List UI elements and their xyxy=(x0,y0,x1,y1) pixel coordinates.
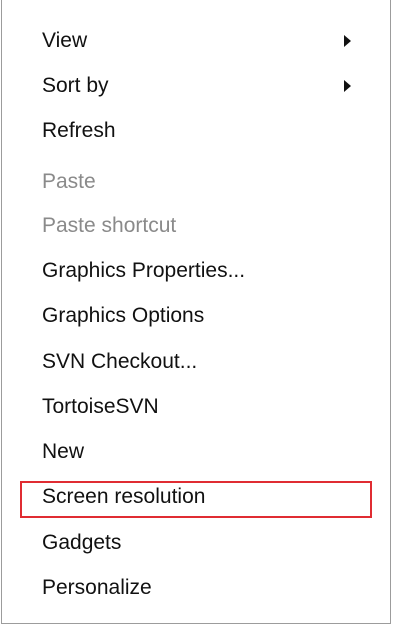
menu-item-label: Sort by xyxy=(42,74,109,97)
menu-item-view[interactable]: View xyxy=(42,24,370,58)
menu-item-graphics-properties[interactable]: Graphics Properties... xyxy=(42,254,370,288)
desktop-context-menu: View Sort by Refresh Paste Paste shortcu… xyxy=(1,0,391,624)
menu-item-sort-by[interactable]: Sort by xyxy=(42,69,370,103)
menu-item-label: Graphics Options xyxy=(42,304,205,327)
menu-item-label: Paste xyxy=(42,170,96,193)
menu-item-graphics-options[interactable]: Graphics Options xyxy=(42,299,370,333)
menu-item-gadgets[interactable]: Gadgets xyxy=(42,526,370,560)
menu-item-label: View xyxy=(42,29,88,52)
menu-item-personalize[interactable]: Personalize xyxy=(42,571,370,605)
menu-item-label: Paste shortcut xyxy=(42,214,177,237)
menu-item-label: TortoiseSVN xyxy=(42,395,159,418)
menu-item-svn-checkout[interactable]: SVN Checkout... xyxy=(42,345,370,379)
menu-item-label: New xyxy=(42,440,85,463)
submenu-arrow-icon xyxy=(344,80,351,92)
menu-item-label: SVN Checkout... xyxy=(42,350,198,373)
menu-item-tortoisesvn[interactable]: TortoiseSVN xyxy=(42,390,370,424)
menu-item-refresh[interactable]: Refresh xyxy=(42,114,370,148)
submenu-arrow-icon xyxy=(344,35,351,47)
screen-resolution-highlight-box xyxy=(20,481,372,518)
menu-item-label: Personalize xyxy=(42,576,152,599)
menu-item-label: Refresh xyxy=(42,119,116,142)
menu-item-new[interactable]: New xyxy=(42,435,370,469)
menu-item-paste-shortcut: Paste shortcut xyxy=(42,209,370,243)
menu-item-label: Graphics Properties... xyxy=(42,259,246,282)
menu-item-label: Gadgets xyxy=(42,531,122,554)
menu-item-paste: Paste xyxy=(42,165,370,199)
